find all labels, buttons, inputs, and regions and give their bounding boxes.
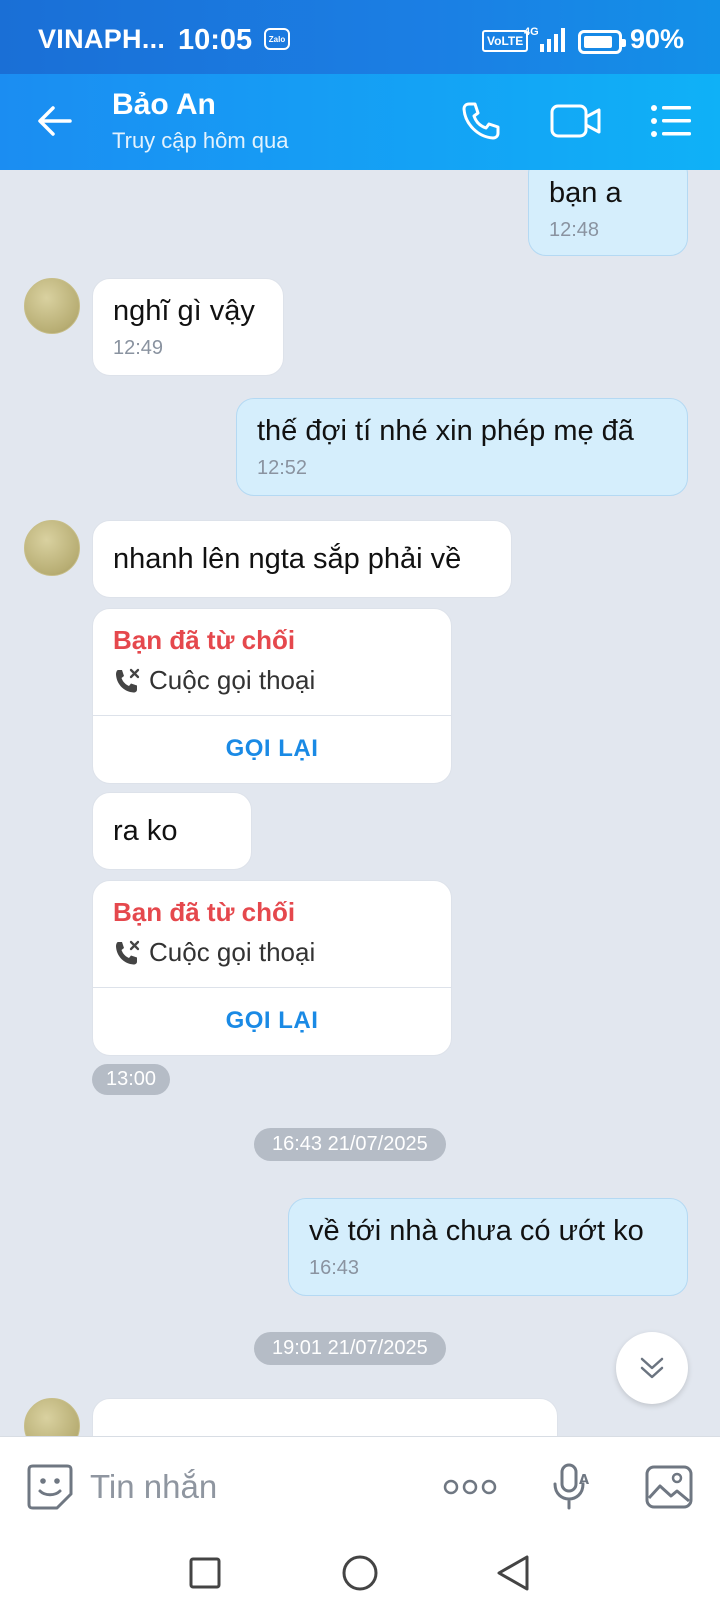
video-camera-icon <box>550 104 601 138</box>
network-type-label: 4G <box>524 26 539 38</box>
message-bubble-incoming[interactable]: nghĩ gì vậy 12:49 <box>92 278 284 376</box>
message-time: 12:48 <box>549 219 600 241</box>
message-text: nghĩ gì vậy <box>113 295 255 327</box>
call-status: Bạn đã từ chối <box>113 897 296 927</box>
more-options-button[interactable] <box>440 1461 500 1513</box>
message-composer: A <box>0 1436 720 1536</box>
phone-icon <box>462 102 500 140</box>
voice-message-button[interactable]: A <box>545 1461 597 1513</box>
battery-percent: 90% <box>630 24 685 54</box>
voice-call-button[interactable] <box>458 98 504 144</box>
last-seen-status: Truy cập hôm qua <box>112 128 289 153</box>
image-picker-button[interactable] <box>642 1461 696 1513</box>
message-bubble-incoming[interactable] <box>92 1398 558 1436</box>
call-back-button[interactable]: GỌI LẠI <box>93 987 451 1055</box>
message-bubble-outgoing[interactable]: về tới nhà chưa có ướt ko 16:43 <box>288 1198 688 1296</box>
message-text: về tới nhà chưa có ướt ko <box>309 1215 644 1247</box>
chat-header: Bảo An Truy cập hôm qua <box>0 74 720 170</box>
date-separator: 16:43 21/07/2025 <box>254 1128 446 1161</box>
message-input[interactable] <box>90 1459 410 1515</box>
message-bubble-incoming[interactable]: nhanh lên ngta sắp phải về <box>92 520 512 598</box>
sticker-emoji-icon <box>27 1464 73 1510</box>
signal-strength-icon <box>540 28 565 52</box>
menu-list-icon <box>651 105 691 137</box>
message-text: nhanh lên ngta sắp phải về <box>113 543 462 575</box>
status-time: 10:05 <box>178 24 253 56</box>
scroll-to-bottom-button[interactable] <box>616 1332 688 1404</box>
volte-icon: VoLTE <box>482 30 529 52</box>
message-time: 12:52 <box>257 457 308 479</box>
back-nav-button[interactable] <box>490 1550 536 1596</box>
avatar[interactable] <box>24 1398 80 1436</box>
call-back-button[interactable]: GỌI LẠI <box>93 715 451 783</box>
recent-apps-button[interactable] <box>182 1550 228 1596</box>
declined-call-icon <box>116 940 140 964</box>
message-text: ra ko <box>113 815 178 847</box>
double-chevron-down-icon <box>640 1357 664 1379</box>
message-time: 16:43 <box>309 1257 360 1279</box>
carrier-name: VINAPH... <box>38 24 166 54</box>
avatar[interactable] <box>24 520 80 576</box>
voice-mic-icon: A <box>553 1463 589 1510</box>
missed-call-card: Bạn đã từ chối Cuộc gọi thoại GỌI LẠI <box>92 608 452 784</box>
zalo-notification-icon: Zalo <box>264 28 290 50</box>
image-gallery-icon <box>645 1465 693 1509</box>
more-dots-icon <box>443 1479 497 1495</box>
declined-call-icon <box>116 668 140 692</box>
status-bar: VINAPH... 10:05 Zalo VoLTE 4G 90% <box>0 0 720 74</box>
message-time-pill: 13:00 <box>92 1064 171 1095</box>
home-button[interactable] <box>337 1550 383 1596</box>
call-type-label: Cuộc gọi thoại <box>149 665 316 695</box>
call-type-label: Cuộc gọi thoại <box>149 937 316 967</box>
avatar[interactable] <box>24 278 80 334</box>
system-navigation-bar <box>0 1536 720 1610</box>
video-call-button[interactable] <box>548 98 604 144</box>
recent-apps-icon <box>189 1557 221 1589</box>
message-text: thế đợi tí nhé xin phép mẹ đã <box>257 415 634 447</box>
call-status: Bạn đã từ chối <box>113 625 296 655</box>
message-bubble-outgoing[interactable]: thế đợi tí nhé xin phép mẹ đã 12:52 <box>236 398 688 496</box>
message-time: 12:49 <box>113 337 164 359</box>
back-arrow-icon <box>38 106 72 136</box>
message-list[interactable]: bạn a 12:48 nghĩ gì vậy 12:49 thế đợi tí… <box>0 170 720 1436</box>
battery-icon <box>578 30 626 54</box>
missed-call-card: Bạn đã từ chối Cuộc gọi thoại GỌI LẠI <box>92 880 452 1056</box>
back-triangle-icon <box>497 1555 529 1591</box>
sticker-button[interactable] <box>24 1461 76 1513</box>
contact-name[interactable]: Bảo An <box>112 88 216 122</box>
message-bubble-incoming[interactable]: ra ko <box>92 792 252 870</box>
message-text: bạn a <box>549 177 622 209</box>
date-separator: 19:01 21/07/2025 <box>254 1332 446 1365</box>
home-icon <box>342 1555 378 1591</box>
message-bubble-outgoing[interactable]: bạn a 12:48 <box>528 170 688 256</box>
svg-text:A: A <box>579 1473 589 1488</box>
back-button[interactable] <box>34 100 76 142</box>
chat-options-button[interactable] <box>648 98 694 144</box>
